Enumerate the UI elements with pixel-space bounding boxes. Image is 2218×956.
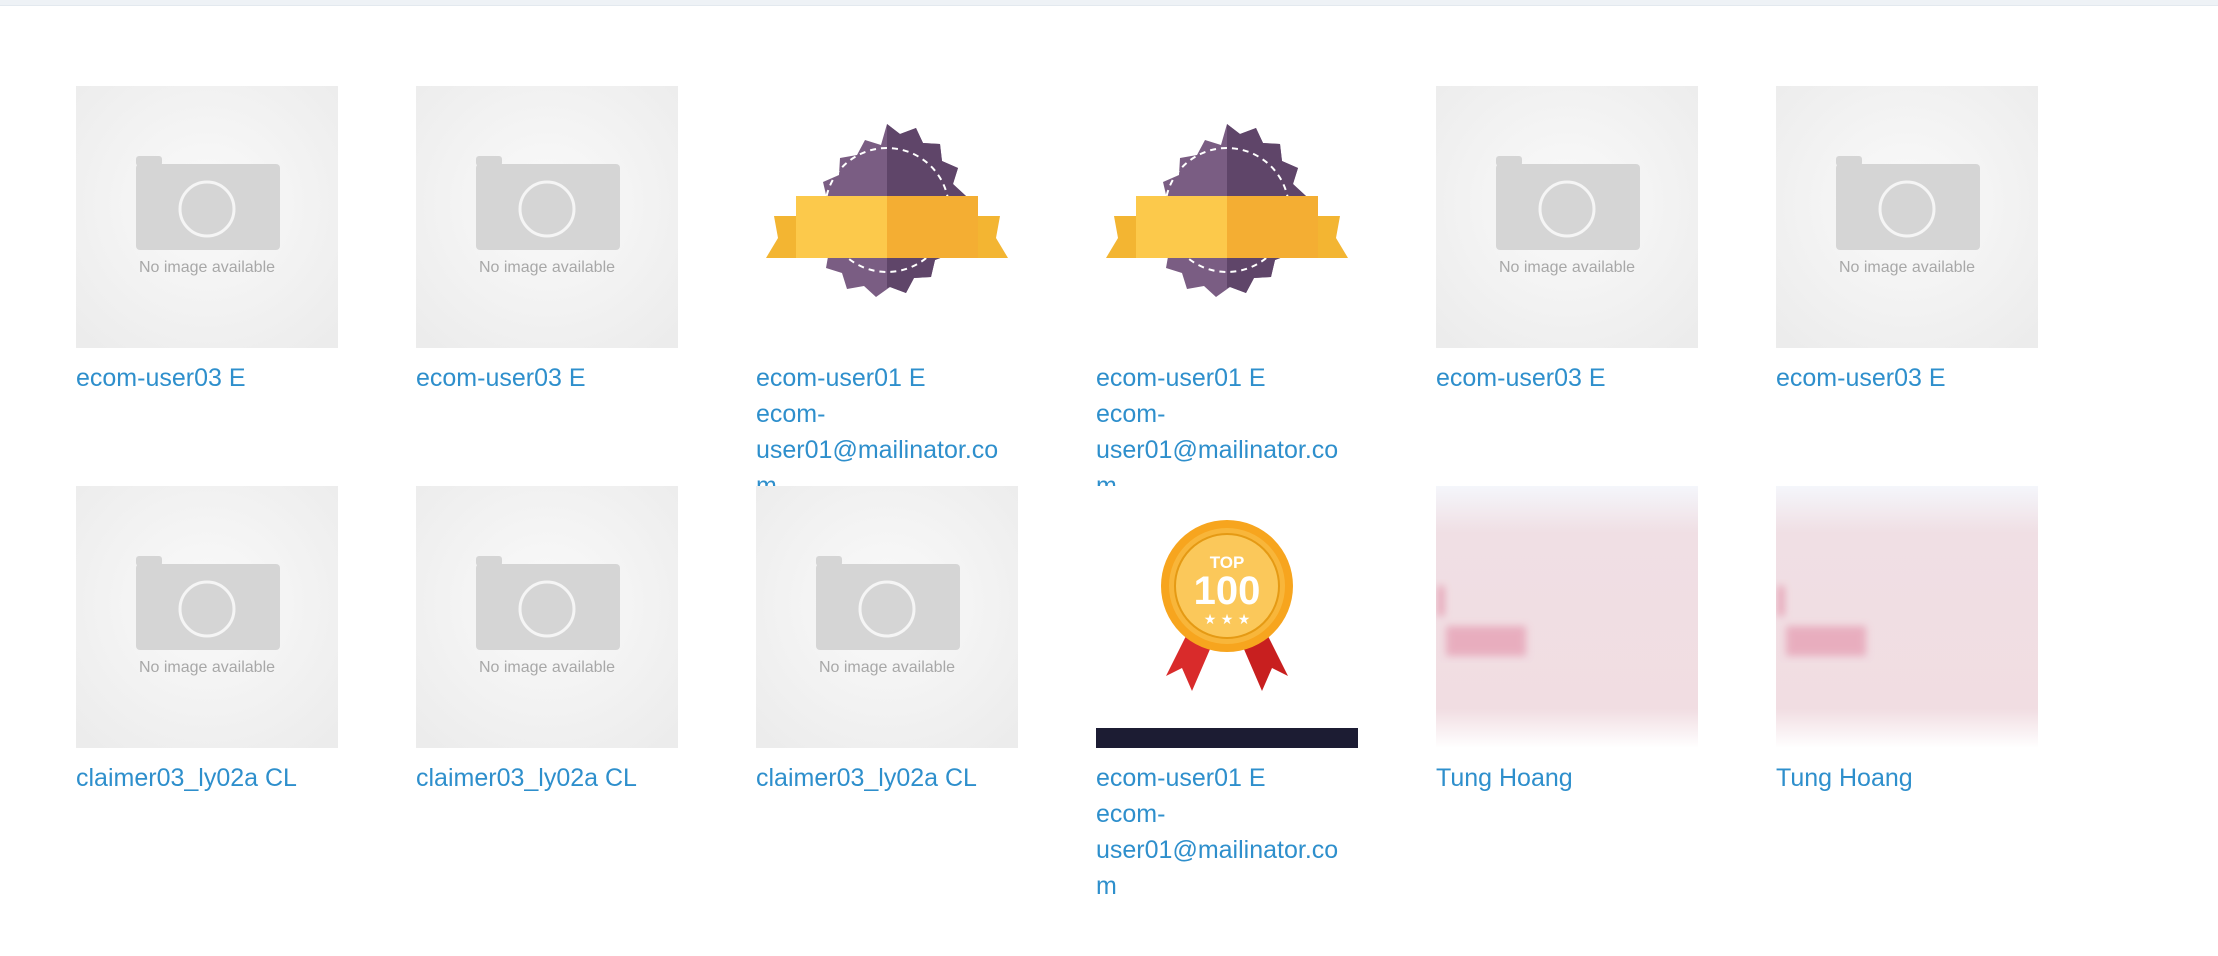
user-name-link[interactable]: ecom-user03 E [1776, 360, 2038, 396]
no-image-placeholder[interactable]: No image available [416, 486, 678, 748]
card-caption[interactable]: ecom-user01 E ecom-user01@mailinator.com [1096, 360, 1358, 504]
user-name-link[interactable]: claimer03_ly02a CL [756, 760, 1018, 796]
no-image-placeholder[interactable]: No image available [756, 486, 1018, 748]
grid-card[interactable]: No image available ecom-user03 E [76, 86, 338, 486]
grid-card[interactable]: Tung Hoang [1776, 486, 2038, 886]
card-caption[interactable]: ecom-user01 E ecom-user01@mailinator.com [1096, 760, 1358, 904]
no-image-placeholder[interactable]: No image available [1436, 86, 1698, 348]
user-email-link[interactable]: ecom-user01@mailinator.com [1096, 796, 1358, 904]
user-name-link[interactable]: ecom-user01 E [756, 360, 1018, 396]
card-caption[interactable]: ecom-user03 E [1436, 360, 1698, 396]
user-name-link[interactable]: ecom-user03 E [1436, 360, 1698, 396]
grid-card[interactable]: No image available ecom-user03 E [416, 86, 678, 486]
no-image-placeholder[interactable]: No image available [76, 86, 338, 348]
no-image-placeholder[interactable]: No image available [416, 86, 678, 348]
blurred-photo[interactable] [1776, 486, 2038, 748]
purple-badge-icon [766, 124, 1008, 297]
no-image-placeholder[interactable]: No image available [76, 486, 338, 748]
purple-badge-image[interactable] [756, 86, 1018, 348]
svg-text:No image available: No image available [139, 259, 275, 276]
svg-text:★ ★ ★: ★ ★ ★ [1204, 612, 1251, 628]
no-image-placeholder[interactable]: No image available [1776, 86, 2038, 348]
card-caption[interactable]: Tung Hoang [1776, 760, 2038, 796]
svg-text:No image available: No image available [479, 659, 615, 676]
svg-text:No image available: No image available [1499, 259, 1635, 276]
user-name-link[interactable]: ecom-user01 E [1096, 760, 1358, 796]
grid-card[interactable]: ecom-user01 E ecom-user01@mailinator.com [756, 86, 1018, 500]
watermark-strip [1096, 728, 1358, 748]
user-name-link[interactable]: claimer03_ly02a CL [76, 760, 338, 796]
grid-card[interactable]: No image available claimer03_ly02a CL [416, 486, 678, 886]
card-caption[interactable]: Tung Hoang [1436, 760, 1698, 796]
card-caption[interactable]: claimer03_ly02a CL [76, 760, 338, 796]
svg-text:No image available: No image available [1839, 259, 1975, 276]
card-caption[interactable]: claimer03_ly02a CL [416, 760, 678, 796]
purple-badge-icon [1106, 124, 1348, 297]
grid-card[interactable]: No image available claimer03_ly02a CL [756, 486, 1018, 886]
grid-card[interactable]: ecom-user01 E ecom-user01@mailinator.com [1096, 86, 1358, 500]
top100-medal-icon: TOP 100 ★ ★ ★ [1096, 486, 1358, 748]
user-badge-grid: No image available ecom-user03 E No imag… [76, 86, 2038, 900]
card-caption[interactable]: ecom-user03 E [1776, 360, 2038, 396]
user-name-link[interactable]: ecom-user01 E [1096, 360, 1358, 396]
user-name-link[interactable]: ecom-user03 E [416, 360, 678, 396]
svg-text:No image available: No image available [819, 659, 955, 676]
card-caption[interactable]: ecom-user03 E [416, 360, 678, 396]
grid-card[interactable]: No image available claimer03_ly02a CL [76, 486, 338, 886]
user-name-link[interactable]: Tung Hoang [1776, 760, 2038, 796]
grid-card[interactable]: No image available ecom-user03 E [1776, 86, 2038, 486]
svg-text:No image available: No image available [139, 659, 275, 676]
top-divider [0, 0, 2218, 6]
grid-card[interactable]: TOP 100 ★ ★ ★ ecom-user01 E ecom-user01@… [1096, 486, 1358, 900]
top100-badge-image[interactable]: TOP 100 ★ ★ ★ [1096, 486, 1358, 748]
card-caption[interactable]: ecom-user01 E ecom-user01@mailinator.com [756, 360, 1018, 504]
user-name-link[interactable]: ecom-user03 E [76, 360, 338, 396]
card-caption[interactable]: claimer03_ly02a CL [756, 760, 1018, 796]
purple-badge-image[interactable] [1096, 86, 1358, 348]
user-name-link[interactable]: Tung Hoang [1436, 760, 1698, 796]
grid-card[interactable]: No image available ecom-user03 E [1436, 86, 1698, 486]
svg-text:No image available: No image available [479, 259, 615, 276]
blurred-photo[interactable] [1436, 486, 1698, 748]
card-caption[interactable]: ecom-user03 E [76, 360, 338, 396]
svg-text:100: 100 [1194, 569, 1261, 613]
user-name-link[interactable]: claimer03_ly02a CL [416, 760, 678, 796]
grid-card[interactable]: Tung Hoang [1436, 486, 1698, 886]
